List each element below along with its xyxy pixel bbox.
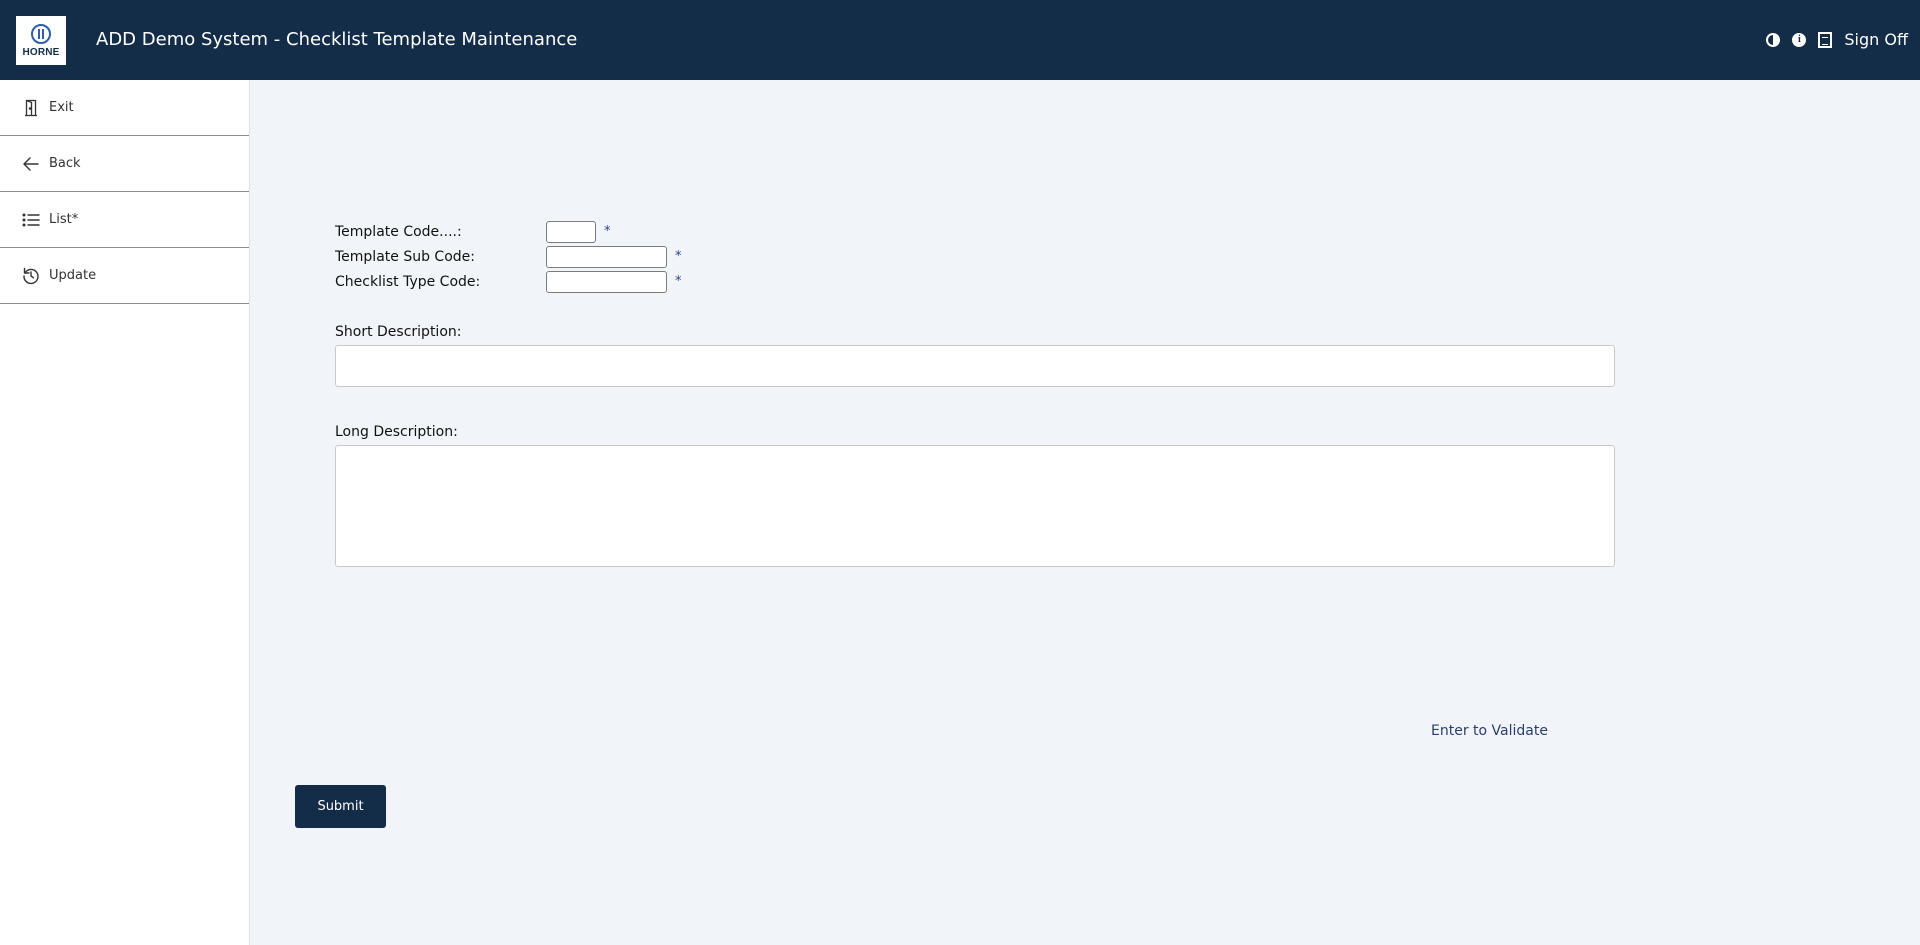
- required-marker: *: [604, 224, 611, 239]
- company-logo: HORNE: [16, 16, 66, 65]
- sidebar-item-update[interactable]: Update: [0, 248, 249, 304]
- long-description-textarea[interactable]: [335, 445, 1615, 567]
- submit-button[interactable]: Submit: [295, 785, 386, 828]
- template-code-label: Template Code....:: [335, 224, 462, 240]
- document-icon: [1818, 32, 1833, 48]
- checklist-type-code-label: Checklist Type Code:: [335, 274, 481, 290]
- contrast-icon: [1766, 33, 1781, 47]
- sidebar-item-exit[interactable]: Exit: [0, 80, 249, 136]
- sidebar: Exit Back List* Update: [0, 80, 250, 945]
- info-icon: i: [1792, 33, 1807, 47]
- sidebar-item-label: List*: [49, 212, 79, 227]
- page-title: ADD Demo System - Checklist Template Mai…: [96, 29, 578, 50]
- sidebar-item-back[interactable]: Back: [0, 136, 249, 192]
- header-toolbar: i Sign Off: [1754, 31, 1908, 49]
- template-code-input[interactable]: [546, 221, 596, 243]
- template-sub-code-input[interactable]: [546, 246, 667, 268]
- sidebar-item-list[interactable]: List*: [0, 192, 249, 248]
- validate-hint: Enter to Validate: [1431, 723, 1548, 739]
- info-button[interactable]: i: [1792, 33, 1807, 47]
- list-icon: [22, 211, 42, 229]
- sign-off-button[interactable]: Sign Off: [1844, 31, 1908, 49]
- refresh-icon: [22, 267, 42, 285]
- logo-mark-icon: [31, 23, 51, 44]
- arrow-left-icon: [22, 155, 42, 173]
- sidebar-item-label: Update: [49, 268, 97, 283]
- checklist-type-code-input[interactable]: [546, 271, 667, 293]
- app-header: HORNE ADD Demo System - Checklist Templa…: [0, 0, 1920, 80]
- document-button[interactable]: [1818, 32, 1833, 48]
- main-content: Template Code....: * Template Sub Code: …: [250, 80, 1920, 945]
- long-description-label: Long Description:: [335, 424, 458, 440]
- required-marker: *: [675, 249, 682, 264]
- short-description-label: Short Description:: [335, 324, 462, 340]
- required-marker: *: [675, 274, 682, 289]
- logo-text: HORNE: [22, 46, 60, 58]
- short-description-input[interactable]: [335, 345, 1615, 387]
- contrast-toggle-button[interactable]: [1766, 33, 1781, 47]
- template-sub-code-label: Template Sub Code:: [335, 249, 475, 265]
- sidebar-item-label: Back: [49, 156, 81, 171]
- sidebar-item-label: Exit: [49, 100, 74, 115]
- door-icon: [22, 99, 42, 117]
